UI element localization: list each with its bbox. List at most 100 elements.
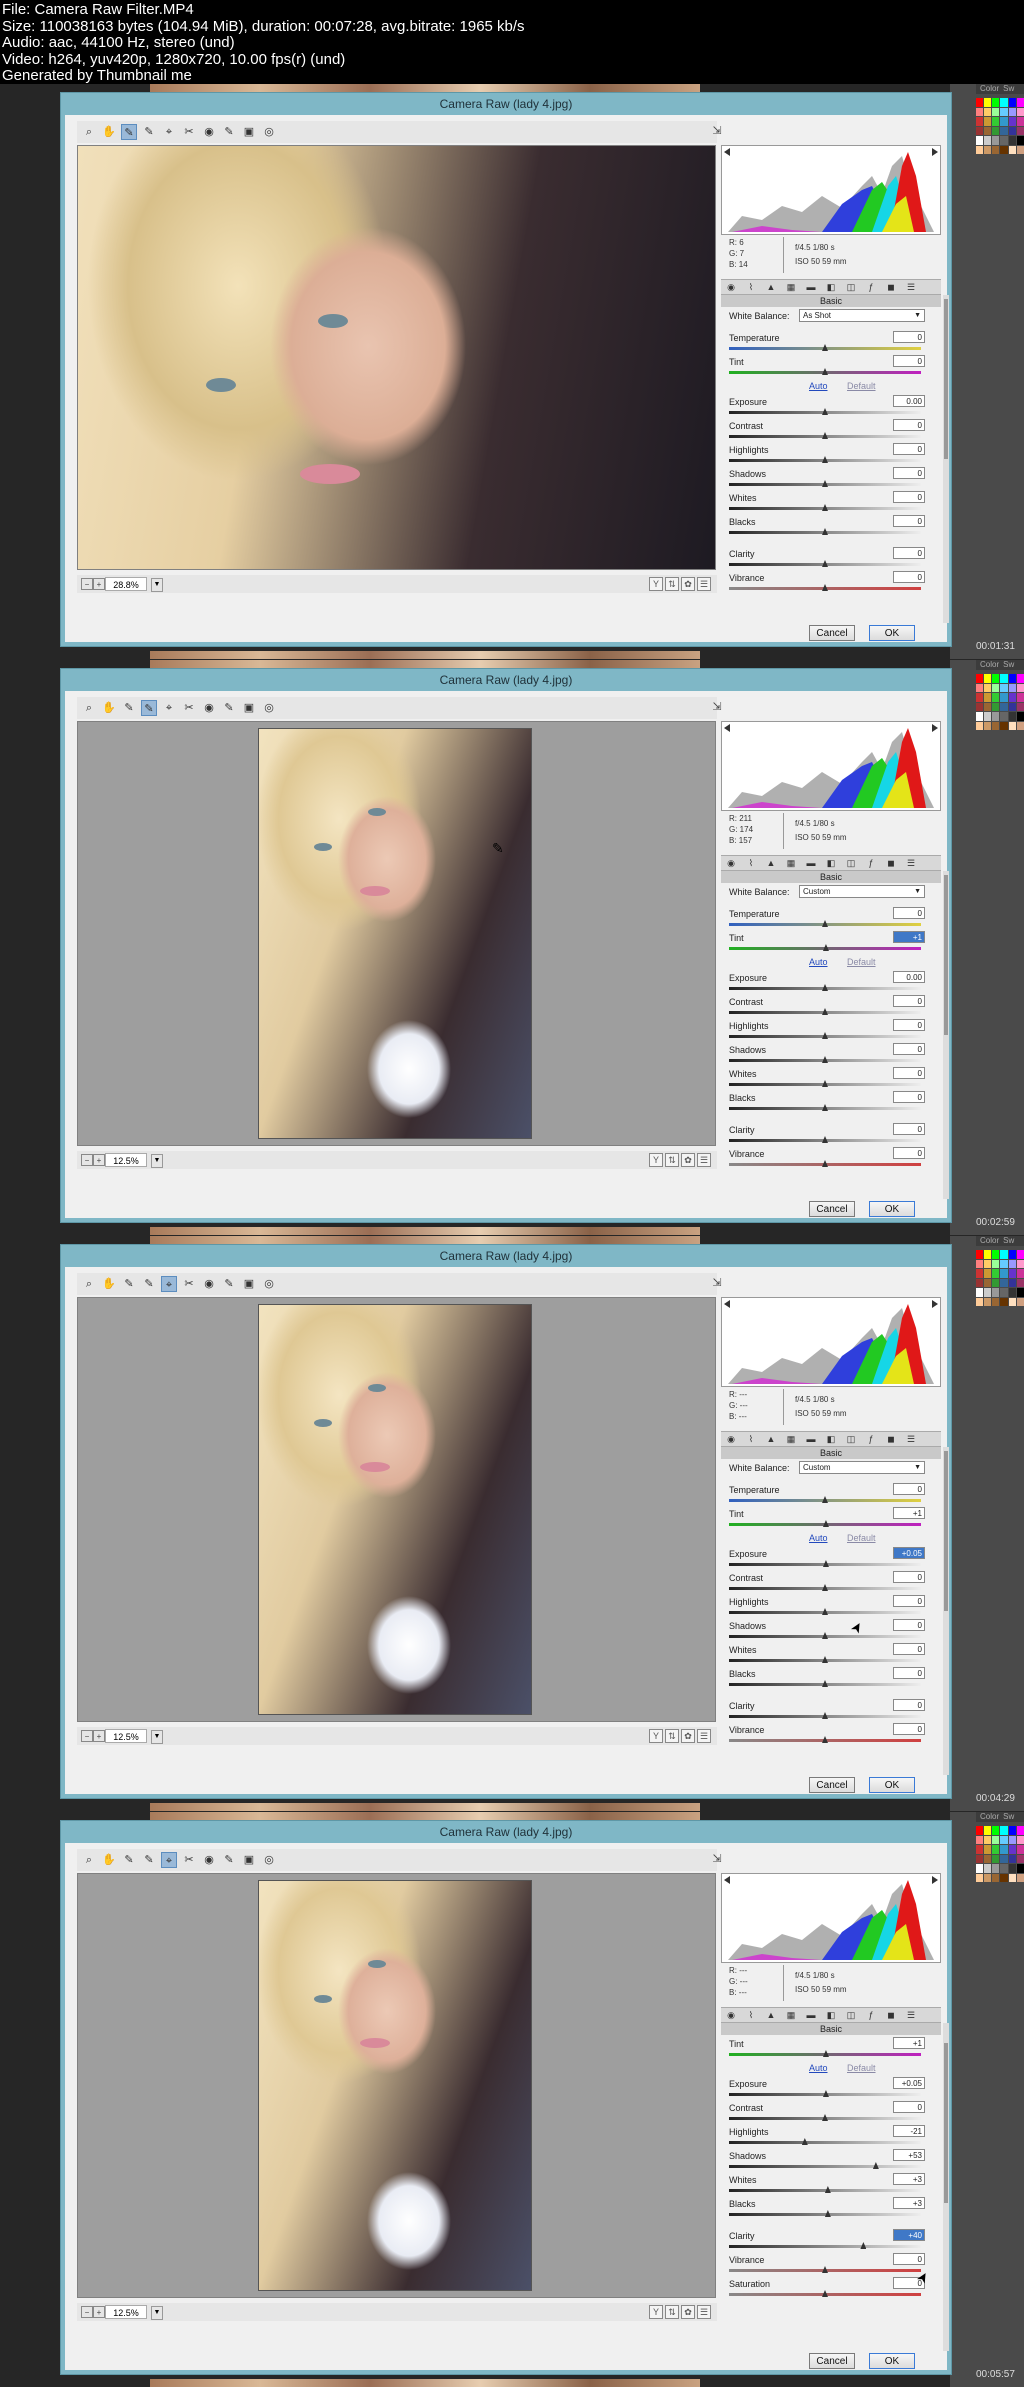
cancel-button[interactable]: Cancel xyxy=(809,625,855,641)
tool-10-icon[interactable]: ◎ xyxy=(261,1276,277,1292)
panel-tab-10-icon[interactable]: ☰ xyxy=(905,281,917,293)
zoom-in-icon[interactable]: + xyxy=(93,578,105,590)
highlights-value-field[interactable]: -21 xyxy=(893,2125,925,2137)
ok-button[interactable]: OK xyxy=(869,1777,915,1793)
zoom-chevron-icon[interactable]: ▼ xyxy=(151,2306,163,2320)
panel-scrollbar[interactable] xyxy=(943,295,949,623)
tool-9-icon[interactable]: ▣ xyxy=(241,1276,257,1292)
compare-icon[interactable]: ⇅ xyxy=(665,577,679,591)
color-tab[interactable]: Color xyxy=(980,660,999,669)
panel-tab-5-icon[interactable]: ▬ xyxy=(805,2009,817,2021)
clarity-value-field[interactable]: 0 xyxy=(893,1123,925,1135)
panel-tab-2-icon[interactable]: ⌇ xyxy=(745,281,757,293)
panel-tab-7-icon[interactable]: ◫ xyxy=(845,857,857,869)
panel-tab-2-icon[interactable]: ⌇ xyxy=(745,857,757,869)
zoom-in-icon[interactable]: + xyxy=(93,2306,105,2318)
cancel-button[interactable]: Cancel xyxy=(809,2353,855,2369)
ok-button[interactable]: OK xyxy=(869,2353,915,2369)
tool-3-icon[interactable]: ✎ xyxy=(121,700,137,716)
open-preferences-icon[interactable]: ⇲ xyxy=(709,700,725,716)
temperature-value-field[interactable]: 0 xyxy=(893,907,925,919)
settings-icon[interactable]: ✿ xyxy=(681,2305,695,2319)
tool-5-icon[interactable]: ⌖ xyxy=(161,700,177,716)
exposure-value-field[interactable]: 0.00 xyxy=(893,395,925,407)
panel-tab-9-icon[interactable]: ◼ xyxy=(885,857,897,869)
image-preview[interactable]: ✎ xyxy=(77,721,716,1146)
panel-tab-1-icon[interactable]: ◉ xyxy=(725,281,737,293)
tint-value-field[interactable]: 0 xyxy=(893,355,925,367)
tool-2-icon[interactable]: ✋ xyxy=(101,1276,117,1292)
panel-tab-6-icon[interactable]: ◧ xyxy=(825,281,837,293)
vibrance-value-field[interactable]: 0 xyxy=(893,2253,925,2265)
tool-9-icon[interactable]: ▣ xyxy=(241,700,257,716)
blacks-value-field[interactable]: +3 xyxy=(893,2197,925,2209)
panel-tab-10-icon[interactable]: ☰ xyxy=(905,1433,917,1445)
panel-tab-3-icon[interactable]: ▲ xyxy=(765,2009,777,2021)
auto-link[interactable]: Auto xyxy=(809,381,828,391)
panel-tab-6-icon[interactable]: ◧ xyxy=(825,1433,837,1445)
tool-5-icon[interactable]: ⌖ xyxy=(161,124,177,140)
tool-1-icon[interactable]: ⌕ xyxy=(81,700,97,716)
panel-tab-8-icon[interactable]: ƒ xyxy=(865,281,877,293)
tool-1-icon[interactable]: ⌕ xyxy=(81,124,97,140)
default-link[interactable]: Default xyxy=(847,1533,876,1543)
scrollbar-thumb[interactable] xyxy=(944,875,948,1035)
panel-tab-1-icon[interactable]: ◉ xyxy=(725,2009,737,2021)
panel-tab-4-icon[interactable]: ▦ xyxy=(785,857,797,869)
panel-tab-5-icon[interactable]: ▬ xyxy=(805,857,817,869)
tool-8-icon[interactable]: ✎ xyxy=(221,700,237,716)
color-tab[interactable]: Color xyxy=(980,1236,999,1245)
tool-4-icon[interactable]: ✎ xyxy=(141,1852,157,1868)
cancel-button[interactable]: Cancel xyxy=(809,1777,855,1793)
zoom-in-icon[interactable]: + xyxy=(93,1730,105,1742)
highlights-value-field[interactable]: 0 xyxy=(893,1019,925,1031)
menu-icon[interactable]: ☰ xyxy=(697,577,711,591)
panel-tab-3-icon[interactable]: ▲ xyxy=(765,1433,777,1445)
swatch-grid[interactable] xyxy=(976,1826,1024,1882)
clarity-value-field[interactable]: 0 xyxy=(893,1699,925,1711)
default-link[interactable]: Default xyxy=(847,2063,876,2073)
panel-tab-8-icon[interactable]: ƒ xyxy=(865,1433,877,1445)
tool-8-icon[interactable]: ✎ xyxy=(221,1852,237,1868)
panel-tab-9-icon[interactable]: ◼ xyxy=(885,281,897,293)
exposure-value-field[interactable]: +0.05 xyxy=(893,1547,925,1559)
zoom-chevron-icon[interactable]: ▼ xyxy=(151,578,163,592)
zoom-level[interactable]: 28.8% xyxy=(105,577,147,591)
settings-icon[interactable]: ✿ xyxy=(681,1153,695,1167)
scrollbar-thumb[interactable] xyxy=(944,1451,948,1611)
blacks-value-field[interactable]: 0 xyxy=(893,1091,925,1103)
swatches-tab[interactable]: Sw xyxy=(1003,84,1014,93)
panel-tab-2-icon[interactable]: ⌇ xyxy=(745,2009,757,2021)
contrast-value-field[interactable]: 0 xyxy=(893,995,925,1007)
tool-9-icon[interactable]: ▣ xyxy=(241,124,257,140)
scrollbar-thumb[interactable] xyxy=(944,299,948,459)
temperature-value-field[interactable]: 0 xyxy=(893,331,925,343)
zoom-level[interactable]: 12.5% xyxy=(105,2305,147,2319)
zoom-level[interactable]: 12.5% xyxy=(105,1153,147,1167)
ok-button[interactable]: OK xyxy=(869,625,915,641)
tint-value-field[interactable]: +1 xyxy=(893,931,925,943)
zoom-in-icon[interactable]: + xyxy=(93,1154,105,1166)
panel-tab-8-icon[interactable]: ƒ xyxy=(865,857,877,869)
vibrance-value-field[interactable]: 0 xyxy=(893,1147,925,1159)
panel-tab-5-icon[interactable]: ▬ xyxy=(805,281,817,293)
highlights-value-field[interactable]: 0 xyxy=(893,443,925,455)
image-preview[interactable] xyxy=(77,145,716,570)
panel-scrollbar[interactable] xyxy=(943,871,949,1199)
swatch-grid[interactable] xyxy=(976,1250,1024,1306)
panel-scrollbar[interactable] xyxy=(943,2023,949,2351)
tool-8-icon[interactable]: ✎ xyxy=(221,124,237,140)
swatch-grid[interactable] xyxy=(976,674,1024,730)
tool-7-icon[interactable]: ◉ xyxy=(201,1276,217,1292)
zoom-chevron-icon[interactable]: ▼ xyxy=(151,1730,163,1744)
tool-7-icon[interactable]: ◉ xyxy=(201,1852,217,1868)
whites-value-field[interactable]: 0 xyxy=(893,1067,925,1079)
tool-1-icon[interactable]: ⌕ xyxy=(81,1276,97,1292)
zoom-out-icon[interactable]: − xyxy=(81,1730,93,1742)
exposure-value-field[interactable]: +0.05 xyxy=(893,2077,925,2089)
tool-10-icon[interactable]: ◎ xyxy=(261,1852,277,1868)
auto-link[interactable]: Auto xyxy=(809,2063,828,2073)
zoom-out-icon[interactable]: − xyxy=(81,578,93,590)
tool-7-icon[interactable]: ◉ xyxy=(201,124,217,140)
menu-icon[interactable]: ☰ xyxy=(697,2305,711,2319)
